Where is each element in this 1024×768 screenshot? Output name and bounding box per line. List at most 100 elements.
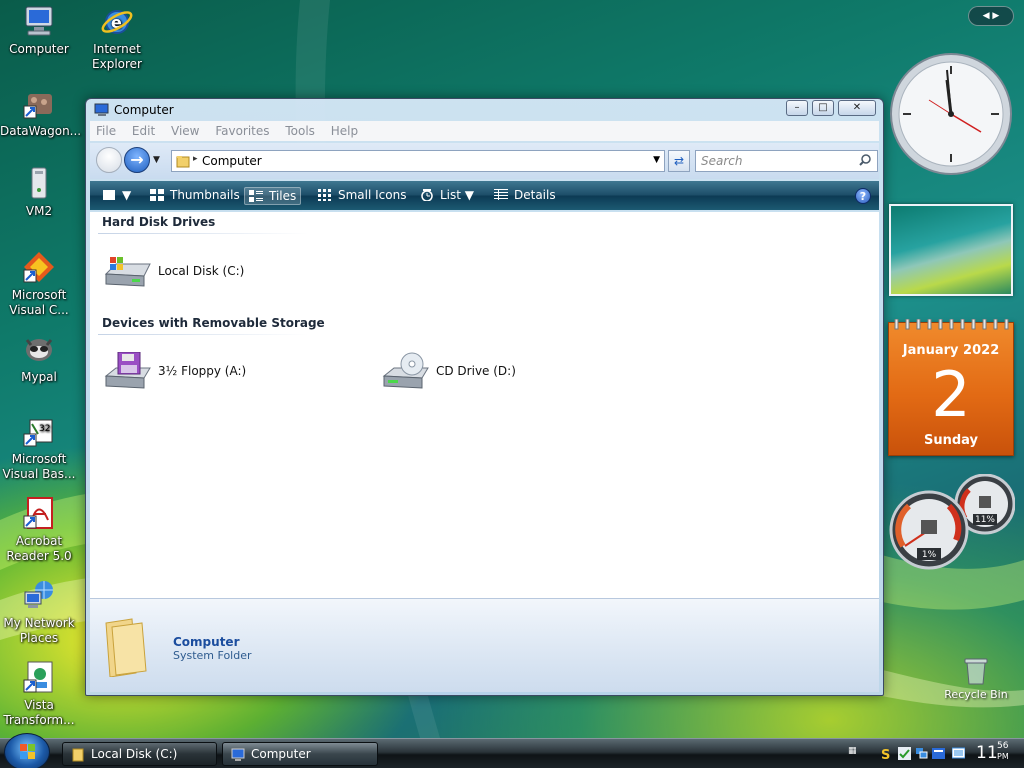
forward-button[interactable]: → [124, 147, 150, 173]
menu-favorites[interactable]: Favorites [209, 121, 275, 139]
desktop-icon-mypal[interactable]: Mypal [0, 332, 78, 385]
calendar-day: 2 [931, 358, 971, 431]
desktop-icon-vm2[interactable]: VM2 [0, 166, 78, 219]
search-icon[interactable] [859, 154, 871, 166]
taskbar-item-local-disk[interactable]: Local Disk (C:) [62, 742, 217, 766]
folder-icon [176, 154, 190, 168]
chevron-down-icon[interactable]: ▼ [653, 155, 660, 165]
view-details-label: Details [514, 188, 556, 202]
menu-bar: File Edit View Favorites Tools Help [90, 121, 879, 141]
svg-text:32: 32 [39, 424, 50, 434]
computer-icon [94, 103, 110, 117]
address-bar[interactable]: ▸ Computer ▼ [171, 150, 665, 172]
computer-icon [231, 747, 245, 761]
desktop-icon-datawagon[interactable]: DataWagon... [0, 86, 81, 139]
menu-view[interactable]: View [165, 121, 205, 139]
desktop-icon-visual-basic[interactable]: 32 Microsoft Visual Bas... [0, 414, 78, 482]
back-button[interactable] [96, 147, 122, 173]
drive-label: CD Drive (D:) [436, 364, 516, 378]
desktop-icon-vista-transform[interactable]: Vista Transform... [0, 660, 78, 728]
sidebar-navigation[interactable]: ◀ ▶ [968, 6, 1014, 26]
views-button[interactable]: ▼ [98, 187, 135, 205]
taskbar-item-computer[interactable]: Computer [222, 742, 378, 766]
view-details[interactable]: Details [490, 187, 560, 205]
help-button[interactable]: ? [855, 188, 871, 204]
group-heading-removable-storage[interactable]: Devices with Removable Storage [102, 316, 325, 330]
internet-explorer-icon: e [100, 4, 134, 38]
view-small-icons[interactable]: Small Icons [314, 187, 410, 205]
datawagon-icon [22, 86, 56, 120]
acrobat-icon [22, 496, 56, 530]
svg-text:S: S [881, 748, 890, 760]
maximize-button[interactable]: □ [812, 100, 834, 116]
calendar-gadget[interactable]: January 2022 2 Sunday [888, 319, 1014, 456]
drive-label: 3½ Floppy (A:) [158, 364, 247, 378]
group-heading-hard-disk-drives[interactable]: Hard Disk Drives [102, 215, 215, 229]
desktop-icon-visual-c[interactable]: Microsoft Visual C... [0, 250, 78, 318]
visual-basic-icon: 32 [22, 414, 56, 448]
desktop-icon-network-places[interactable]: My Network Places [0, 578, 78, 646]
cpu-meter-gadget[interactable]: 1% 11% [889, 473, 1016, 570]
desktop-icon-label: Computer [9, 42, 69, 56]
list-icon [420, 189, 434, 202]
menu-file[interactable]: File [90, 121, 122, 139]
desktop-icon-label: Microsoft Visual Bas... [2, 452, 76, 481]
view-list[interactable]: List ▼ [416, 187, 478, 205]
view-tiles[interactable]: Tiles [244, 187, 302, 205]
mypal-icon [22, 332, 56, 366]
desktop-icon-internet-explorer[interactable]: e Internet Explorer [78, 4, 156, 72]
recent-pages-dropdown[interactable]: ▼ [153, 155, 160, 165]
taskbar-item-label: Local Disk (C:) [91, 747, 178, 761]
drive-floppy-a[interactable]: 3½ Floppy (A:) [104, 351, 264, 392]
view-small-icons-label: Small Icons [338, 188, 407, 202]
program-icon[interactable] [932, 747, 945, 760]
notification-area: ▦ S [846, 743, 976, 765]
desktop-icon-computer[interactable]: Computer [0, 4, 78, 57]
desktop-icon-label: Vista Transform... [3, 698, 75, 727]
clock-gadget[interactable] [889, 52, 1013, 176]
show-hidden-icons-icon[interactable]: ▦ [848, 746, 861, 759]
network-places-icon [22, 578, 56, 612]
navigation-bar: → ▼ ▸ Computer ▼ ⇄ Search [90, 143, 879, 179]
folder-icon [71, 747, 85, 762]
security-check-icon[interactable] [898, 747, 911, 760]
menu-help[interactable]: Help [325, 121, 364, 139]
drive-local-disk-c[interactable]: Local Disk (C:) [104, 252, 264, 292]
desktop-icon-label: Mypal [21, 370, 57, 384]
close-button[interactable]: ✕ [838, 100, 876, 116]
address-path[interactable]: Computer [202, 154, 262, 168]
small-icons-icon [318, 189, 332, 201]
desktop-icon-label: VM2 [25, 204, 53, 218]
refresh-button[interactable]: ⇄ [668, 150, 690, 172]
slideshow-gadget[interactable] [889, 204, 1013, 296]
minimize-button[interactable]: – [786, 100, 808, 116]
search-input[interactable]: Search [695, 150, 878, 172]
desktop-icon-recycle-bin[interactable]: Recycle Bin [940, 656, 1012, 701]
floppy-drive-icon [104, 351, 152, 392]
breadcrumb-arrow-icon[interactable]: ▸ [193, 154, 198, 164]
vista-transform-icon [22, 660, 56, 694]
group-divider [98, 334, 308, 335]
menu-tools[interactable]: Tools [279, 121, 321, 139]
memory-usage-text: 11% [974, 515, 995, 525]
recycle-bin-icon [962, 656, 990, 686]
menu-edit[interactable]: Edit [126, 121, 161, 139]
explorer-window: Computer – □ ✕ File Edit View Favorites … [85, 98, 884, 696]
view-thumbnails-label: Thumbnails [170, 188, 240, 202]
title-bar[interactable]: Computer – □ ✕ [86, 99, 883, 121]
desktop-icon-acrobat[interactable]: Acrobat Reader 5.0 [0, 496, 78, 564]
clock-hour: 11 [976, 743, 998, 763]
desktop-icon-label: Microsoft Visual C... [9, 288, 69, 317]
visual-c-icon [22, 250, 56, 284]
drive-cd-d[interactable]: CD Drive (D:) [382, 352, 542, 392]
view-thumbnails[interactable]: Thumbnails [146, 187, 244, 205]
skype-icon[interactable]: S [880, 747, 893, 763]
view-list-label: List [440, 188, 461, 202]
display-icon[interactable] [951, 747, 966, 760]
details-icon [494, 189, 508, 201]
cpu-usage-text: 1% [921, 550, 937, 560]
views-icon [102, 189, 116, 201]
start-button[interactable] [4, 733, 50, 768]
group-divider [98, 233, 308, 234]
network-icon[interactable] [915, 747, 928, 760]
